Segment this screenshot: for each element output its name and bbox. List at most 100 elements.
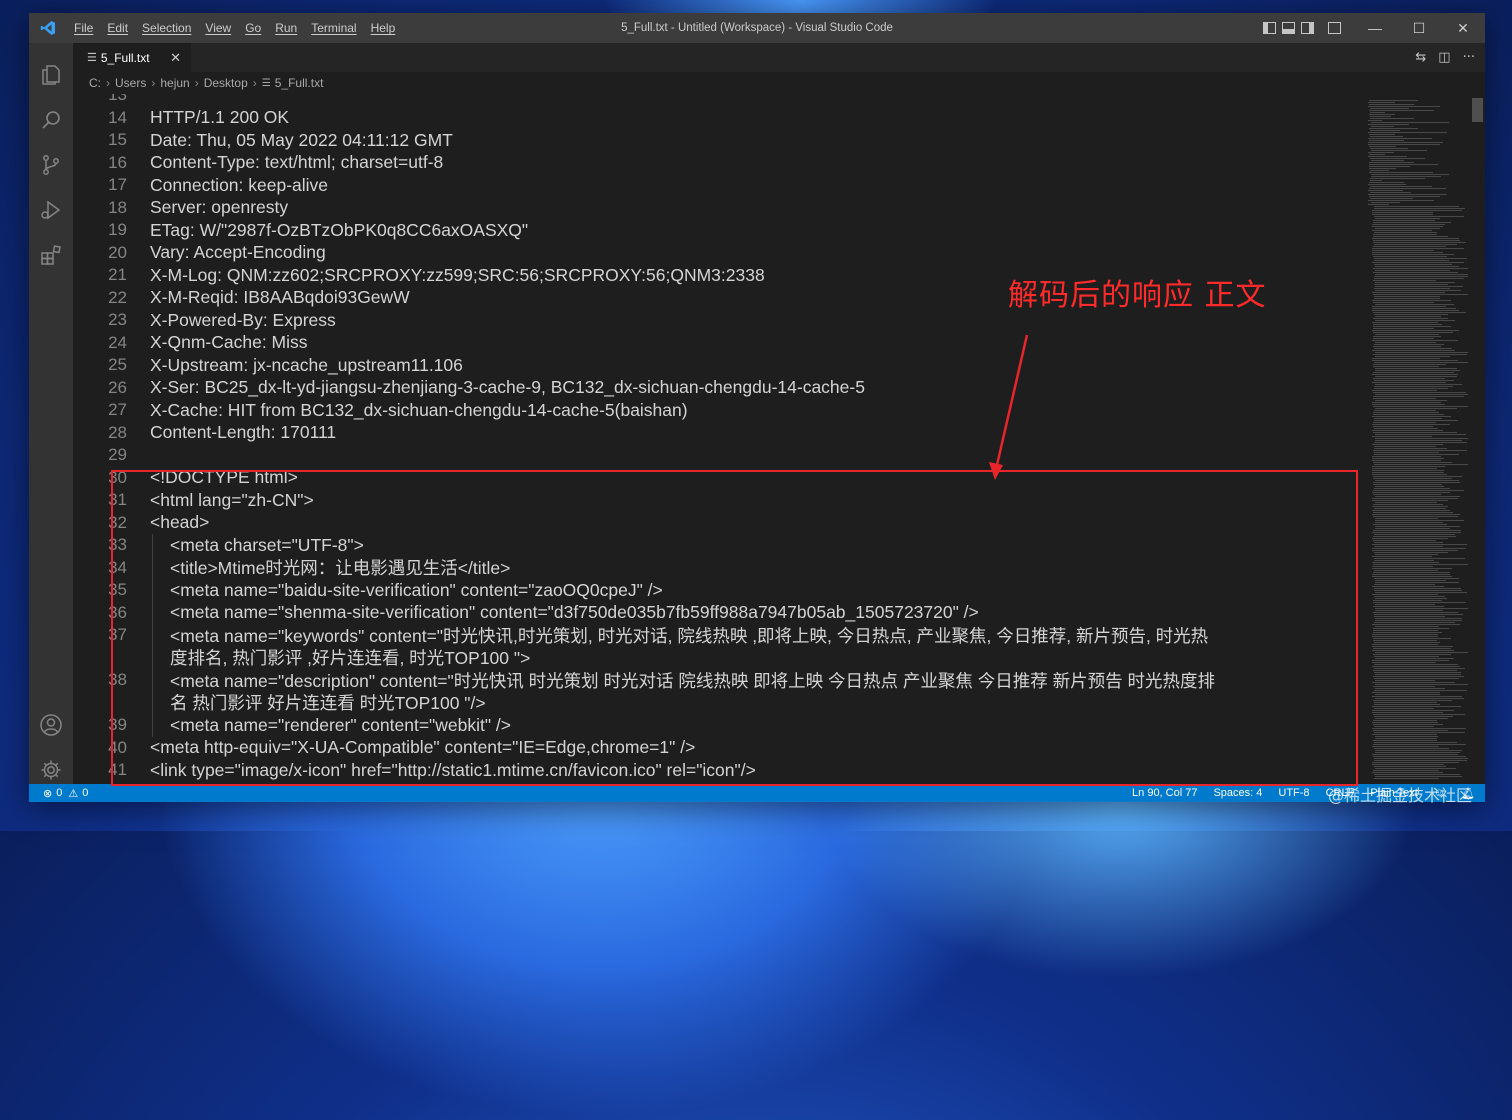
minimap-line xyxy=(1373,354,1468,355)
minimap-line xyxy=(1373,236,1448,237)
minimap-line xyxy=(1373,700,1453,701)
minimap-line xyxy=(1370,158,1426,159)
minimap-line xyxy=(1368,200,1434,201)
breadcrumb-item[interactable]: Desktop xyxy=(204,76,248,90)
code-line: 23 X-Powered-By: Express xyxy=(73,309,336,332)
close-window-button[interactable]: ✕ xyxy=(1441,13,1485,43)
code-text: Date: Thu, 05 May 2022 04:11:12 GMT xyxy=(150,129,453,150)
toggle-panel-icon[interactable] xyxy=(1282,22,1295,34)
close-tab-icon[interactable]: ✕ xyxy=(170,50,181,66)
minimap-line xyxy=(1373,240,1460,241)
split-editor-icon[interactable]: ◫ xyxy=(1438,50,1450,65)
menu-item-help[interactable]: Help xyxy=(364,21,403,35)
search-icon[interactable] xyxy=(29,98,73,142)
minimap-line xyxy=(1372,634,1438,635)
minimap-line xyxy=(1373,648,1452,649)
title-bar: File Edit Selection View Go Run Terminal Help 5… xyxy=(29,13,1485,43)
problems-indicator[interactable]: ⊗ 0 ⚠ 0 xyxy=(43,787,88,800)
menu-item-selection[interactable]: Selection xyxy=(135,21,198,35)
open-changes-icon[interactable]: ⇆ xyxy=(1415,50,1426,65)
minimap-line xyxy=(1374,258,1467,259)
minimap-line xyxy=(1375,438,1468,439)
code-text: X-M-Log: QNM:zz602;SRCPROXY:zz599;SRC:56… xyxy=(150,264,765,285)
minimap-line xyxy=(1368,106,1440,107)
minimap-line xyxy=(1368,124,1410,125)
minimap-line xyxy=(1374,760,1468,761)
minimap-line xyxy=(1372,644,1438,645)
minimap-line xyxy=(1369,110,1434,111)
minimap-line xyxy=(1375,320,1456,321)
scrollbar-thumb[interactable] xyxy=(1472,98,1483,122)
vertical-scrollbar[interactable] xyxy=(1470,94,1485,784)
breadcrumb-item[interactable]: Users xyxy=(115,76,146,90)
minimap-line xyxy=(1375,580,1446,581)
customize-layout-icon[interactable] xyxy=(1328,22,1341,34)
minimap-line xyxy=(1373,372,1455,373)
minimap-line xyxy=(1375,228,1440,229)
minimap-line xyxy=(1369,196,1441,197)
minimap-line xyxy=(1375,674,1461,675)
menu-item-terminal[interactable]: Terminal xyxy=(304,21,363,35)
explorer-icon[interactable] xyxy=(29,53,73,97)
cursor-position[interactable]: Ln 90, Col 77 xyxy=(1132,787,1197,799)
minimap-line xyxy=(1372,226,1443,227)
breadcrumb-item[interactable]: hejun xyxy=(160,76,189,90)
minimap-line xyxy=(1373,640,1437,641)
minimap-line xyxy=(1368,204,1389,205)
minimap-line xyxy=(1374,702,1438,703)
menu-item-go[interactable]: Go xyxy=(238,21,268,35)
minimize-button[interactable]: — xyxy=(1353,13,1397,43)
minimap-line xyxy=(1375,688,1446,689)
code-line: 29 xyxy=(73,444,127,467)
menu-item-view[interactable]: View xyxy=(198,21,238,35)
minimap-line xyxy=(1373,414,1445,415)
encoding[interactable]: UTF-8 xyxy=(1278,787,1309,799)
minimap-line xyxy=(1370,118,1415,119)
minimap-line xyxy=(1375,620,1462,621)
minimap-line xyxy=(1373,600,1442,601)
minimap-line xyxy=(1372,500,1449,501)
source-control-icon[interactable] xyxy=(29,143,73,187)
minimap-line xyxy=(1372,308,1456,309)
minimap-line xyxy=(1370,148,1409,149)
minimap-line xyxy=(1371,150,1427,151)
minimap-line xyxy=(1372,548,1467,549)
minimap-line xyxy=(1375,440,1463,441)
code-text: X-Powered-By: Express xyxy=(150,309,336,330)
minimap-line xyxy=(1372,224,1445,225)
tab-5-full-txt[interactable]: ☰ 5_Full.txt ✕ xyxy=(73,43,191,72)
maximize-button[interactable]: ☐ xyxy=(1397,13,1441,43)
code-line: 28 Content-Length: 170111 xyxy=(73,422,336,445)
minimap[interactable] xyxy=(1364,94,1468,784)
indentation[interactable]: Spaces: 4 xyxy=(1213,787,1262,799)
minimap-line xyxy=(1373,540,1437,541)
menu-item-file[interactable]: File xyxy=(67,21,100,35)
accounts-icon[interactable] xyxy=(29,703,73,747)
warning-count: 0 xyxy=(82,787,89,799)
file-lines-icon: ☰ xyxy=(261,77,271,89)
extensions-icon[interactable] xyxy=(29,233,73,277)
editor-tab-bar: ☰ 5_Full.txt ✕ ⇆ ◫ ··· xyxy=(73,43,1485,72)
minimap-line xyxy=(1374,678,1460,679)
breadcrumb-item[interactable]: 5_Full.txt xyxy=(275,76,324,90)
minimap-line xyxy=(1372,586,1444,587)
menu-item-run[interactable]: Run xyxy=(268,21,304,35)
minimap-line xyxy=(1370,116,1392,117)
minimap-line xyxy=(1374,668,1466,669)
minimap-line xyxy=(1374,614,1464,615)
minimap-line xyxy=(1372,374,1458,375)
run-debug-icon[interactable] xyxy=(29,188,73,232)
minimap-line xyxy=(1370,136,1404,137)
menu-item-edit[interactable]: Edit xyxy=(100,21,135,35)
minimap-line xyxy=(1372,566,1433,567)
minimap-line xyxy=(1374,542,1443,543)
more-actions-icon[interactable]: ··· xyxy=(1463,50,1475,65)
minimap-line xyxy=(1372,460,1442,461)
breadcrumb-item[interactable]: C: xyxy=(89,76,101,90)
line-number: 27 xyxy=(108,400,127,420)
toggle-secondary-sidebar-icon[interactable] xyxy=(1301,22,1314,34)
minimap-line xyxy=(1371,202,1400,203)
minimap-line xyxy=(1375,342,1437,343)
minimap-line xyxy=(1372,458,1444,459)
toggle-sidebar-icon[interactable] xyxy=(1263,22,1276,34)
